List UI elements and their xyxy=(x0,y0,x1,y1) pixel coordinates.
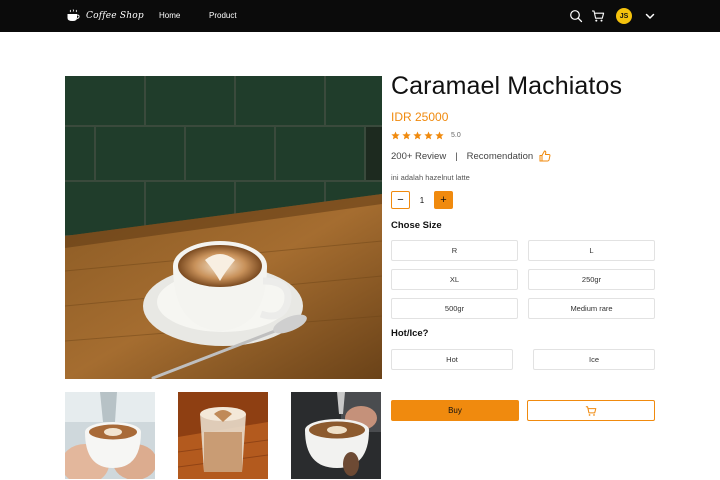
increment-button[interactable]: + xyxy=(434,191,453,209)
buy-button[interactable]: Buy xyxy=(391,400,519,421)
review-line: 200+ Review | Recomendation xyxy=(391,150,551,162)
search-icon[interactable] xyxy=(569,9,583,23)
size-option-l[interactable]: L xyxy=(528,240,655,261)
rating-value: 5.0 xyxy=(451,132,461,139)
temperature-section-label: Hot/Ice? xyxy=(391,328,429,339)
star-icon xyxy=(402,131,411,140)
quantity-stepper: − 1 + xyxy=(391,191,453,209)
coffee-cup-icon xyxy=(67,9,80,21)
product-rating: 5.0 xyxy=(391,131,461,140)
star-icon xyxy=(435,131,444,140)
thumbs-up-icon[interactable] xyxy=(539,150,551,162)
nav-link-product[interactable]: Product xyxy=(209,11,237,20)
product-description: ini adalah hazelnut latte xyxy=(391,173,470,182)
cart-icon xyxy=(585,405,597,416)
chevron-down-icon[interactable] xyxy=(643,9,657,23)
product-thumbnail-1[interactable] xyxy=(65,392,155,479)
size-option-medium-rare[interactable]: Medium rare xyxy=(528,298,655,319)
star-icon xyxy=(391,131,400,140)
size-section-label: Chose Size xyxy=(391,220,442,231)
size-option-250gr[interactable]: 250gr xyxy=(528,269,655,290)
top-navbar: Coffee Shop Home Product JS xyxy=(0,0,720,32)
brand-name: Coffee Shop xyxy=(86,10,144,21)
product-thumbnail-3[interactable] xyxy=(291,392,381,479)
size-option-500gr[interactable]: 500gr xyxy=(391,298,518,319)
product-title: Caramael Machiatos xyxy=(391,72,623,100)
recommendation-label: Recomendation xyxy=(466,150,534,162)
size-option-xl[interactable]: XL xyxy=(391,269,518,290)
nav-link-home[interactable]: Home xyxy=(159,11,180,20)
add-to-cart-button[interactable] xyxy=(527,400,655,421)
size-option-r[interactable]: R xyxy=(391,240,518,261)
star-icon xyxy=(424,131,433,140)
star-icon xyxy=(413,131,422,140)
product-price: IDR 25000 xyxy=(391,110,449,124)
decrement-button[interactable]: − xyxy=(391,191,410,209)
review-separator: | xyxy=(455,150,458,162)
temperature-option-ice[interactable]: Ice xyxy=(533,349,655,370)
brand-logo[interactable]: Coffee Shop xyxy=(66,9,144,22)
main-product-image xyxy=(65,76,382,379)
cart-icon[interactable] xyxy=(591,9,605,23)
quantity-value: 1 xyxy=(419,195,425,205)
review-count: 200+ Review xyxy=(391,150,447,162)
product-thumbnail-2[interactable] xyxy=(178,392,268,479)
user-avatar[interactable]: JS xyxy=(616,8,632,24)
temperature-option-hot[interactable]: Hot xyxy=(391,349,513,370)
